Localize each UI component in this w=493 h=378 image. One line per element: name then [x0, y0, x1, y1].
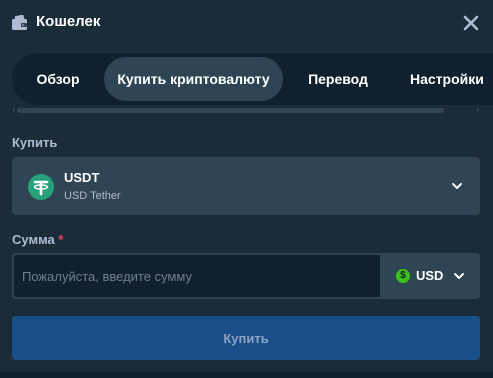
currency-select[interactable]: $ USD [380, 255, 480, 297]
wallet-icon [12, 15, 27, 30]
tab-overview[interactable]: Обзор [22, 57, 94, 101]
tab-transfer[interactable]: Перевод [295, 57, 381, 101]
close-icon[interactable] [462, 14, 480, 32]
tab-bar: Обзор Купить криптовалюту Перевод Настро… [12, 53, 493, 105]
tether-icon [28, 174, 54, 200]
scroll-right-arrow[interactable] [477, 108, 480, 112]
required-mark: * [58, 232, 64, 247]
amount-input[interactable] [14, 255, 378, 297]
buy-button[interactable]: Купить [12, 316, 480, 360]
amount-label: Сумма * [12, 232, 63, 247]
coin-select[interactable]: USDT USD Tether [12, 157, 480, 215]
wallet-header: Кошелек [0, 0, 493, 48]
amount-field: $ USD [12, 253, 480, 299]
dollar-icon: $ [396, 269, 410, 283]
buy-label: Купить [12, 135, 58, 150]
coin-name: USD Tether [64, 190, 121, 202]
tab-settings[interactable]: Настройки [398, 57, 493, 101]
scroll-left-arrow[interactable] [12, 108, 15, 112]
tabs-scrollbar[interactable] [12, 108, 480, 113]
amount-label-text: Сумма [12, 232, 55, 247]
scroll-thumb[interactable] [17, 108, 444, 113]
coin-symbol: USDT [64, 170, 100, 185]
chevron-down-icon [452, 183, 462, 189]
page-title: Кошелек [36, 13, 101, 30]
currency-label: USD [416, 268, 444, 283]
chevron-down-icon [454, 273, 464, 279]
tab-buy-crypto[interactable]: Купить криптовалюту [104, 57, 283, 101]
bottom-divider [0, 372, 493, 378]
